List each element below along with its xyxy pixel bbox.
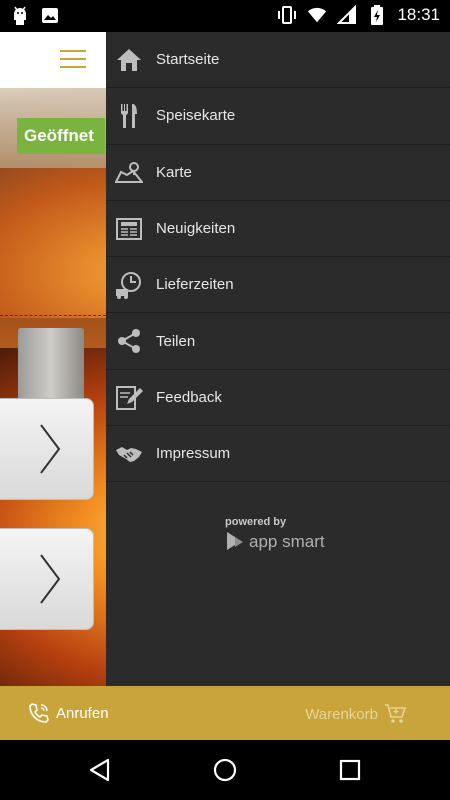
battery-charging-icon [371, 5, 384, 25]
app-smart-brand: app smart [249, 532, 325, 551]
drawer-item-label: Speisekarte [156, 107, 236, 125]
app-smart-logo: app smart [225, 530, 325, 554]
app-smart-logo-icon [227, 532, 243, 550]
drawer-item-label: Startseite [156, 51, 220, 69]
recents-icon[interactable] [336, 756, 364, 784]
drawer-item-label: Lieferzeiten [156, 276, 234, 294]
bottom-action-bar: Anrufen Warenkorb [0, 686, 450, 740]
chevron-right-icon [40, 424, 61, 474]
share-icon [118, 329, 140, 354]
back-icon[interactable] [86, 756, 114, 784]
feedback-icon [116, 385, 143, 410]
drawer-item-lieferzeiten[interactable]: Lieferzeiten [106, 257, 450, 314]
cart-label: Warenkorb [305, 705, 378, 723]
handshake-icon [116, 447, 142, 463]
drawer-item-impressum[interactable]: Impressum [106, 426, 450, 483]
category-card[interactable] [0, 528, 94, 630]
drawer-item-feedback[interactable]: Feedback [106, 370, 450, 427]
phone-icon [29, 703, 49, 723]
home-nav-icon[interactable] [211, 756, 239, 784]
call-label: Anrufen [56, 704, 109, 722]
powered-by-text: powered by [225, 516, 287, 528]
status-bar: 18:31 [0, 0, 450, 32]
navigation-drawer: Startseite Speisekarte Karte Neuigkeiten [106, 32, 450, 686]
drawer-item-label: Karte [156, 163, 192, 181]
newspaper-icon [116, 217, 142, 240]
grill-grate [18, 328, 84, 400]
system-navigation-bar [0, 740, 450, 800]
drawer-item-label: Impressum [156, 445, 231, 463]
map-icon [115, 161, 143, 183]
chevron-right-icon [40, 554, 61, 604]
drawer-item-startseite[interactable]: Startseite [106, 32, 450, 89]
signal-icon [337, 4, 357, 24]
drawer-item-karte[interactable]: Karte [106, 145, 450, 201]
vibrate-icon [278, 6, 297, 24]
photo-notification-icon [42, 8, 58, 23]
delivery-clock-icon [116, 272, 141, 300]
drawer-item-label: Teilen [156, 332, 196, 350]
dashed-divider [0, 315, 106, 316]
drawer-item-speisekarte[interactable]: Speisekarte [106, 88, 450, 145]
cart-button[interactable]: Warenkorb [305, 703, 406, 725]
home-icon [117, 49, 141, 71]
fork-knife-icon [120, 104, 137, 129]
wifi-icon [308, 7, 327, 23]
clock: 18:31 [397, 5, 440, 24]
open-status-badge: Geöffnet [17, 118, 105, 154]
drawer-item-label: Feedback [156, 388, 222, 406]
drawer-item-neuigkeiten[interactable]: Neuigkeiten [106, 201, 450, 258]
drawer-item-teilen[interactable]: Teilen [106, 313, 450, 370]
shopping-cart-icon [385, 704, 406, 723]
call-button[interactable]: Anrufen [28, 702, 109, 724]
hamburger-menu-icon[interactable] [60, 50, 86, 70]
drawer-item-label: Neuigkeiten [156, 220, 236, 238]
android-debug-icon [14, 6, 26, 25]
category-card[interactable] [0, 398, 94, 500]
